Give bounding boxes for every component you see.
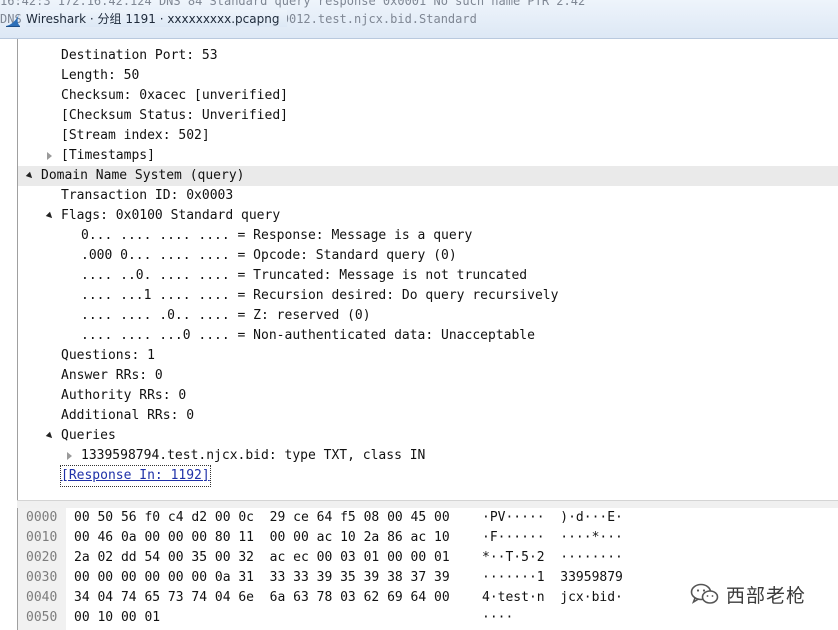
hex-row[interactable]: 0050 00 10 00 01 ····	[18, 608, 838, 628]
window-title: Wireshark · 分组 1191 · xxxxxxxxx.pcapng	[26, 10, 288, 27]
hex-row[interactable]: 0020 2a 02 dd 54 00 35 00 32 ac ec 00 03 …	[18, 548, 838, 568]
collapsed-arrow-icon[interactable]	[47, 152, 52, 160]
expanded-arrow-icon[interactable]	[45, 431, 55, 441]
ascii-bytes[interactable]: ····	[482, 608, 513, 628]
tree-row[interactable]: 1339598794.test.njcx.bid: type TXT, clas…	[18, 446, 838, 466]
tree-row-label: Questions: 1	[61, 348, 155, 363]
tree-row[interactable]: Additional RRs: 0	[18, 406, 838, 426]
watermark-text: 西部老枪	[726, 584, 807, 607]
tree-row-label: Transaction ID: 0x0003	[61, 188, 234, 203]
packet-list-background: 16:42:3 172.16.42.124 DNS 84 Standard qu…	[0, 0, 838, 26]
tree-row[interactable]: Length: 50	[18, 66, 838, 86]
response-link[interactable]: [Response In: 1192]	[60, 465, 211, 487]
tree-row[interactable]: .... ...1 .... .... = Recursion desired:…	[18, 286, 838, 306]
tree-row[interactable]: Questions: 1	[18, 346, 838, 366]
title-bar: 16:42:3 172.16.42.124 DNS 84 Standard qu…	[0, 0, 838, 39]
tree-row[interactable]: Queries	[18, 426, 838, 446]
byte-offset: 0040	[26, 590, 58, 605]
tree-row-label: .000 0... .... .... = Opcode: Standard q…	[81, 248, 457, 263]
hex-row[interactable]: 0010 00 46 0a 00 00 00 80 11 00 00 ac 10 …	[18, 528, 838, 548]
tree-row[interactable]: [Stream index: 502]	[18, 126, 838, 146]
tree-row-label: .... .... .0.. .... = Z: reserved (0)	[81, 308, 371, 323]
tree-row-label: Destination Port: 53	[61, 48, 218, 63]
tree-row-label: Checksum: 0xacec [unverified]	[61, 88, 288, 103]
ascii-bytes[interactable]: ·F······ ····*···	[482, 528, 623, 548]
hex-row[interactable]: 0000 00 50 56 f0 c4 d2 00 0c 29 ce 64 f5 …	[18, 508, 838, 528]
hex-bytes[interactable]: 00 46 0a 00 00 00 80 11 00 00 ac 10 2a 8…	[74, 528, 450, 548]
hex-bytes[interactable]: 2a 02 dd 54 00 35 00 32 ac ec 00 03 01 0…	[74, 548, 450, 568]
tree-row-label: Length: 50	[61, 68, 140, 83]
tree-row[interactable]: .000 0... .... .... = Opcode: Standard q…	[18, 246, 838, 266]
tree-row-label: .... .... ...0 .... = Non-authenticated …	[81, 328, 535, 343]
tree-row[interactable]: [Checksum Status: Unverified]	[18, 106, 838, 126]
byte-offset: 0020	[26, 550, 58, 565]
tree-row[interactable]: Checksum: 0xacec [unverified]	[18, 86, 838, 106]
tree-row[interactable]: .... .... ...0 .... = Non-authenticated …	[18, 326, 838, 346]
watermark: 西部老枪	[690, 579, 830, 609]
packet-list-row-1: 16:42:3 172.16.42.124 DNS 84 Standard qu…	[0, 0, 586, 8]
tree-row-label: 1339598794.test.njcx.bid: type TXT, clas…	[81, 448, 426, 463]
tree-row[interactable]: .... .... .0.. .... = Z: reserved (0)	[18, 306, 838, 326]
tree-row-label: Answer RRs: 0	[61, 368, 163, 383]
tree-row-label: Authority RRs: 0	[61, 388, 187, 403]
tree-row[interactable]: Transaction ID: 0x0003	[18, 186, 838, 206]
wechat-icon	[690, 583, 719, 604]
hex-bytes[interactable]: 00 50 56 f0 c4 d2 00 0c 29 ce 64 f5 08 0…	[74, 508, 450, 528]
tree-row-label: .... ..0. .... .... = Truncated: Message…	[81, 268, 528, 283]
collapsed-arrow-icon[interactable]	[67, 452, 72, 460]
ascii-bytes[interactable]: ·······1 33959879	[482, 568, 623, 588]
hex-bytes[interactable]: 00 10 00 01	[74, 608, 160, 628]
expanded-arrow-icon[interactable]	[25, 171, 35, 181]
tree-row-label: [Timestamps]	[61, 148, 155, 163]
tree-row-label: Additional RRs: 0	[61, 408, 195, 423]
hex-bytes[interactable]: 34 04 74 65 73 74 04 6e 6a 63 78 03 62 6…	[74, 588, 450, 608]
tree-row[interactable]: Flags: 0x0100 Standard query	[18, 206, 838, 226]
tree-row-label: [Checksum Status: Unverified]	[61, 108, 288, 123]
tree-row[interactable]: .... ..0. .... .... = Truncated: Message…	[18, 266, 838, 286]
tree-row-label: 0... .... .... .... = Response: Message …	[81, 228, 473, 243]
tree-row-label: Flags: 0x0100 Standard query	[61, 208, 281, 223]
byte-offset: 0030	[26, 570, 58, 585]
ascii-bytes[interactable]: *··T·5·2 ········	[482, 548, 623, 568]
ascii-bytes[interactable]: 4·test·n jcx·bid·	[482, 588, 623, 608]
packet-details-pane[interactable]: Destination Port: 53 Length: 50 Checksum: …	[17, 39, 838, 501]
hex-bytes[interactable]: 00 00 00 00 00 00 0a 31 33 33 39 35 39 3…	[74, 568, 450, 588]
tree-row[interactable]: Destination Port: 53	[18, 46, 838, 66]
tree-row[interactable]: Answer RRs: 0	[18, 366, 838, 386]
wireshark-fin-icon	[6, 14, 20, 27]
expanded-arrow-icon[interactable]	[45, 211, 55, 221]
tree-row-label: Domain Name System (query)	[41, 168, 245, 183]
tree-row[interactable]: 0... .... .... .... = Response: Message …	[18, 226, 838, 246]
tree-row[interactable]: Domain Name System (query)	[18, 166, 838, 186]
tree-row[interactable]: [Response In: 1192]	[18, 465, 838, 487]
ascii-bytes[interactable]: ·PV····· )·d···E·	[482, 508, 623, 528]
tree-row[interactable]: Authority RRs: 0	[18, 386, 838, 406]
tree-row-label: [Stream index: 502]	[61, 128, 210, 143]
byte-offset: 0010	[26, 530, 58, 545]
tree-row-label: .... ...1 .... .... = Recursion desired:…	[81, 288, 559, 303]
byte-offset: 0050	[26, 610, 58, 625]
tree-row[interactable]: [Timestamps]	[18, 146, 838, 166]
tree-row-label: Queries	[61, 428, 116, 443]
packet-bytes-pane[interactable]: 0000 00 50 56 f0 c4 d2 00 0c 29 ce 64 f5 …	[17, 508, 838, 630]
byte-offset: 0000	[26, 510, 58, 525]
